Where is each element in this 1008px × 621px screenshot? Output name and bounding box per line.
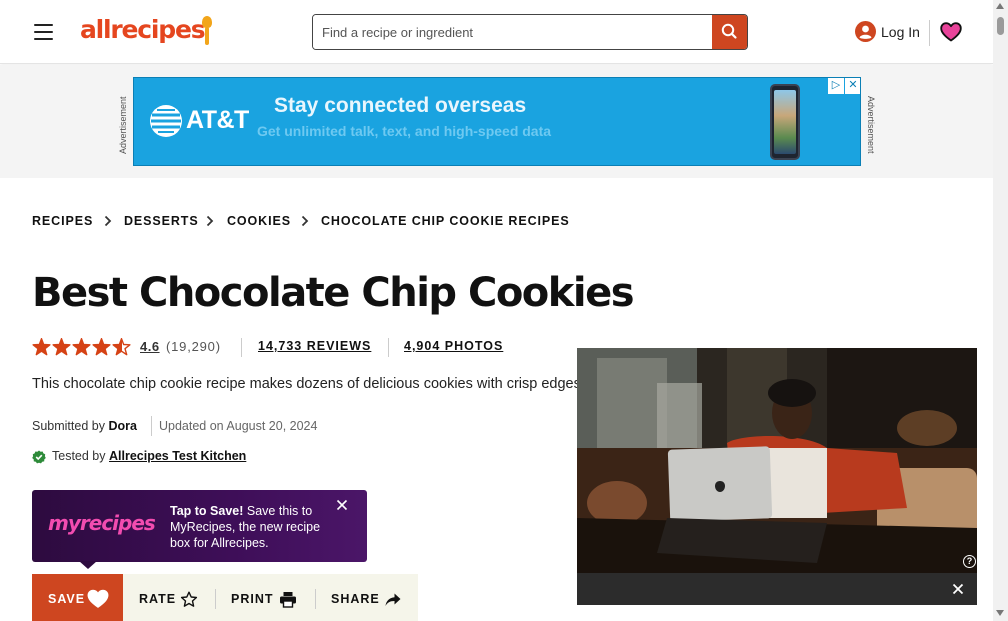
- share-label: SHARE: [331, 592, 380, 606]
- video-player[interactable]: ?: [577, 348, 977, 605]
- rating-row: 4.6 (19,290) 14,733 REVIEWS 4,904 PHOTOS: [32, 337, 532, 357]
- page: allrecipes Log In: [0, 0, 1008, 621]
- rate-label: RATE: [139, 592, 177, 606]
- page-scrollbar[interactable]: [993, 0, 1008, 621]
- rating-stars[interactable]: [32, 338, 132, 356]
- rating-count: (19,290): [166, 339, 221, 354]
- chevron-right-icon: [206, 215, 214, 227]
- ad-subline: Get unlimited talk, text, and high-speed…: [257, 123, 552, 139]
- ad-label-left: Advertisement: [118, 96, 128, 154]
- header-divider: [929, 20, 930, 46]
- video-frame: [577, 348, 977, 573]
- tested-text: Tested by Allrecipes Test Kitchen: [52, 449, 246, 463]
- breadcrumb-recipes[interactable]: RECIPES: [32, 214, 93, 228]
- printer-icon: [280, 592, 296, 608]
- rating-value[interactable]: 4.6: [140, 339, 160, 354]
- scroll-thumb[interactable]: [997, 17, 1004, 35]
- help-icon[interactable]: ?: [963, 555, 976, 568]
- menu-icon[interactable]: [34, 24, 53, 40]
- star-icon: [52, 338, 71, 356]
- verified-check-icon: [32, 450, 46, 464]
- breadcrumb-desserts[interactable]: DESSERTS: [124, 214, 199, 228]
- search-bar: [312, 14, 748, 50]
- divider: [215, 589, 216, 609]
- login-label: Log In: [881, 24, 920, 40]
- close-icon[interactable]: [950, 581, 966, 597]
- test-kitchen-link[interactable]: Allrecipes Test Kitchen: [109, 449, 246, 463]
- updated-date: Updated on August 20, 2024: [159, 419, 318, 433]
- att-advertisement[interactable]: AT&T Stay connected overseas Get unlimit…: [133, 77, 861, 166]
- save-button[interactable]: SAVE: [32, 574, 123, 621]
- reviews-link[interactable]: 14,733 REVIEWS: [258, 339, 371, 353]
- save-label: SAVE: [48, 592, 86, 606]
- tested-by: Tested by Allrecipes Test Kitchen: [32, 449, 332, 465]
- divider: [388, 338, 389, 357]
- divider: [315, 589, 316, 609]
- ad-region: Advertisement AT&T Stay connected overse…: [0, 65, 993, 178]
- scroll-down-arrow-icon[interactable]: [996, 610, 1004, 616]
- ad-brand: AT&T: [186, 106, 249, 134]
- star-icon: [32, 338, 51, 356]
- spoon-handle: [205, 27, 209, 45]
- print-label: PRINT: [231, 592, 274, 606]
- logo-my: my: [48, 511, 81, 535]
- star-outline-icon: [180, 591, 198, 607]
- search-input[interactable]: [313, 15, 713, 49]
- site-header: allrecipes Log In: [0, 0, 993, 64]
- logo-text: allrecipes: [80, 15, 206, 44]
- print-button[interactable]: PRINT: [231, 574, 303, 621]
- search-button[interactable]: [712, 15, 747, 49]
- submitted-by: Submitted by Dora: [32, 419, 137, 433]
- share-arrow-icon: [385, 593, 401, 606]
- chevron-right-icon: [301, 215, 309, 227]
- ad-close-icon[interactable]: ✕: [845, 78, 860, 94]
- divider: [241, 338, 242, 357]
- author-link[interactable]: Dora: [108, 419, 136, 433]
- recipe-description: This chocolate chip cookie recipe makes …: [32, 376, 577, 392]
- star-icon: [92, 338, 111, 356]
- recipe-title: Best Chocolate Chip Cookies: [32, 270, 635, 316]
- phone-image: [770, 84, 800, 160]
- myrecipes-promo: myrecipes Tap to Save! Save this to MyRe…: [32, 490, 367, 569]
- search-icon: [721, 23, 737, 39]
- star-icon: [112, 338, 131, 356]
- ad-headline: Stay connected overseas: [274, 94, 527, 117]
- promo-text: Tap to Save! Save this to MyRecipes, the…: [170, 503, 335, 551]
- adchoices-icon[interactable]: ▷: [828, 78, 844, 94]
- star-icon: [72, 338, 91, 356]
- myrecipes-logo: myrecipes: [48, 511, 156, 535]
- tested-prefix: Tested by: [52, 449, 106, 463]
- promo-pointer: [79, 561, 97, 569]
- logo-recipes: recipes: [79, 511, 156, 535]
- att-globe-icon: [150, 105, 182, 137]
- recipe-action-bar: SAVE RATE PRINT SHARE: [32, 574, 418, 621]
- share-button[interactable]: SHARE: [331, 574, 405, 621]
- ad-label-right: Advertisement: [866, 96, 876, 154]
- chevron-right-icon: [104, 215, 112, 227]
- video-control-bar: [577, 573, 977, 605]
- favorites-button[interactable]: [940, 21, 962, 43]
- close-icon[interactable]: [335, 498, 349, 512]
- breadcrumb-chocolate-chip[interactable]: CHOCOLATE CHIP COOKIE RECIPES: [321, 214, 570, 228]
- user-icon: [855, 21, 876, 42]
- submitted-prefix: Submitted by: [32, 419, 105, 433]
- divider: [151, 416, 152, 436]
- breadcrumb-cookies[interactable]: COOKIES: [227, 214, 291, 228]
- scroll-up-arrow-icon[interactable]: [996, 3, 1004, 9]
- rate-button[interactable]: RATE: [139, 574, 209, 621]
- site-logo[interactable]: allrecipes: [80, 15, 212, 51]
- photos-link[interactable]: 4,904 PHOTOS: [404, 339, 503, 353]
- heart-icon: [940, 22, 962, 42]
- heart-outline-icon: [87, 589, 109, 608]
- promo-bold: Tap to Save!: [170, 504, 244, 518]
